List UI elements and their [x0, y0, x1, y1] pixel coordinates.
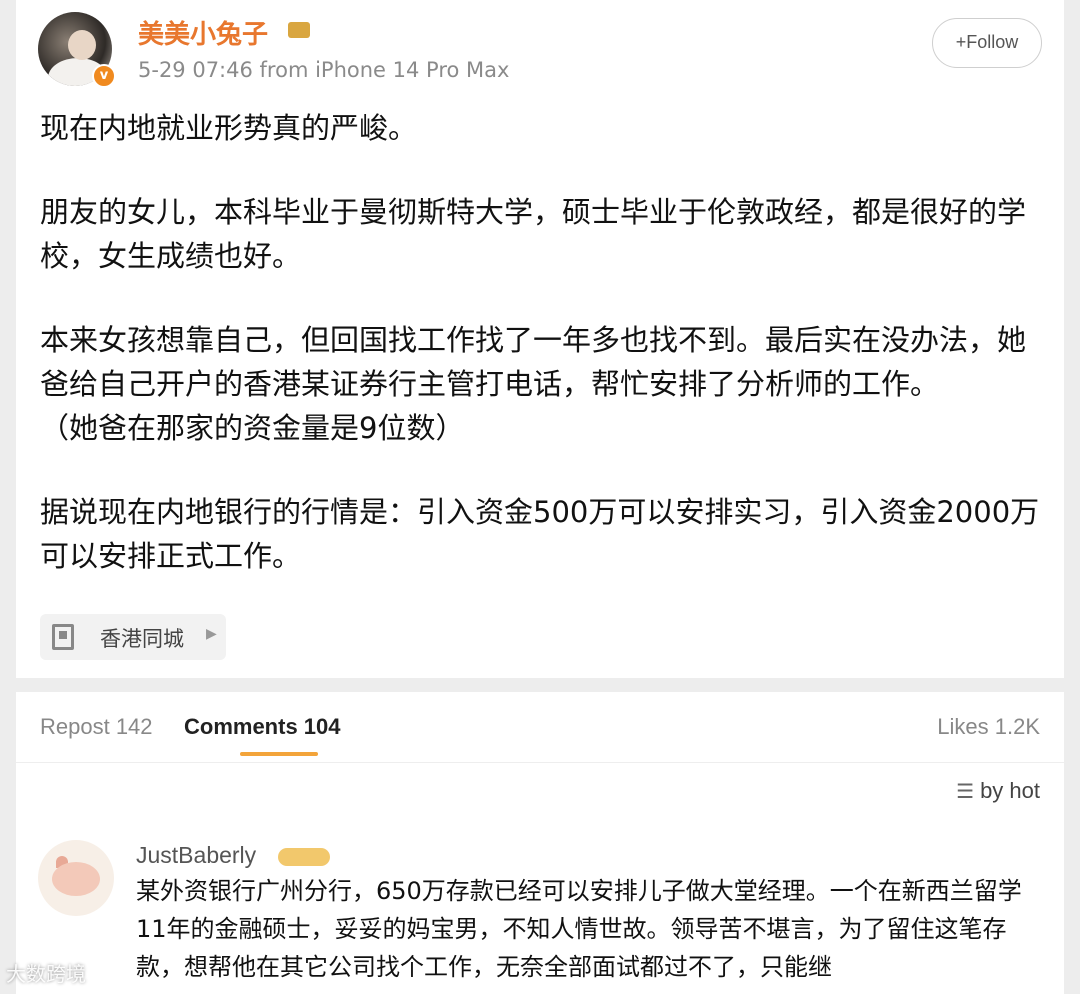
sort-label: by hot: [980, 778, 1040, 803]
comment-avatar[interactable]: [38, 840, 114, 916]
chevron-right-icon: ▶: [206, 626, 217, 642]
tab-likes[interactable]: Likes 1.2K: [937, 714, 1040, 740]
post-paragraph: 据说现在内地银行的行情是：引入资金500万可以安排实习，引入资金2000万可以安…: [40, 495, 1040, 573]
post-meta: 5-29 07:46 from iPhone 14 Pro Max: [138, 58, 510, 82]
building-icon: [52, 624, 74, 650]
sort-icon: ☰: [956, 781, 975, 803]
post-paragraph: 朋友的女儿，本科毕业于曼彻斯特大学，硕士毕业于伦敦政经，都是很好的学校，女生成绩…: [40, 195, 1027, 273]
fan-badge: [278, 848, 330, 866]
post-username[interactable]: 美美小兔子: [138, 14, 268, 51]
active-tab-indicator: [240, 752, 318, 756]
sort-button[interactable]: ☰ by hot: [956, 778, 1040, 804]
post-paragraph: 本来女孩想靠自己，但回国找工作找了一年多也找不到。最后实在没办法，她爸给自己开户…: [40, 323, 1027, 401]
comment-text: 某外资银行广州分行，650万存款已经可以安排儿子做大堂经理。一个在新西兰留学11…: [136, 877, 1022, 981]
location-label: 香港同城: [100, 627, 184, 651]
divider: [16, 762, 1064, 763]
crown-icon: [288, 22, 310, 38]
post-body: 现在内地就业形势真的严峻。 朋友的女儿，本科毕业于曼彻斯特大学，硕士毕业于伦敦政…: [40, 106, 1040, 618]
location-tag[interactable]: 香港同城 ▶: [40, 614, 226, 660]
comment-username[interactable]: JustBaberly: [136, 842, 256, 869]
verified-badge-icon: v: [92, 64, 116, 88]
post-paragraph: （她爸在那家的资金量是9位数）: [40, 411, 465, 445]
post-paragraph: 现在内地就业形势真的严峻。: [40, 111, 418, 145]
tab-repost[interactable]: Repost 142: [40, 714, 153, 740]
follow-button[interactable]: +Follow: [932, 18, 1042, 68]
comments-card: Repost 142 Comments 104 Likes 1.2K ☰ by h…: [16, 692, 1064, 994]
tab-comments[interactable]: Comments 104: [184, 714, 341, 740]
post-card: v 美美小兔子 5-29 07:46 from iPhone 14 Pro Ma…: [16, 0, 1064, 678]
watermark: 大数跨境: [6, 962, 86, 986]
avatar-pig: [52, 862, 100, 896]
avatar-face: [68, 30, 96, 60]
